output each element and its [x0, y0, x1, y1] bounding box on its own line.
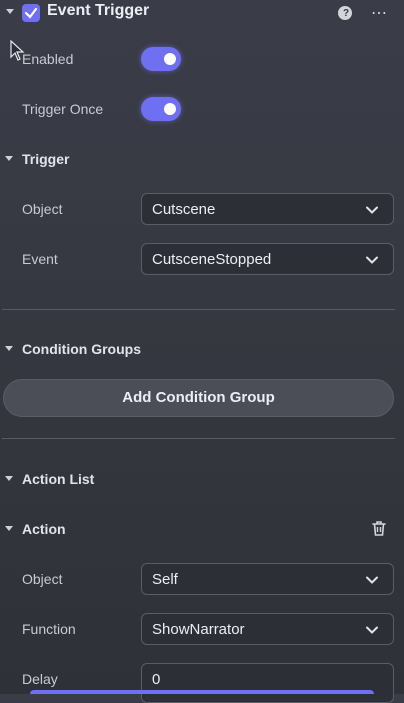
- condition-groups-collapse-caret[interactable]: [5, 346, 13, 351]
- action-function-select[interactable]: ShowNarrator: [141, 613, 394, 645]
- trigger-object-value: Cutscene: [152, 201, 216, 218]
- enabled-toggle[interactable]: [141, 47, 181, 71]
- enabled-label: Enabled: [22, 51, 74, 67]
- action-title: Action: [22, 521, 66, 537]
- action-function-label: Function: [22, 621, 76, 637]
- trigger-event-select[interactable]: CutsceneStopped: [141, 243, 394, 275]
- action-delay-label: Delay: [22, 671, 58, 687]
- bottom-accent-bar: [30, 690, 374, 694]
- add-condition-group-button[interactable]: Add Condition Group: [3, 379, 394, 417]
- action-object-label: Object: [22, 571, 63, 587]
- section-divider: [2, 309, 395, 310]
- action-delay-input[interactable]: 0: [141, 663, 394, 703]
- chevron-down-icon: [366, 626, 378, 634]
- trigger-event-label: Event: [22, 251, 58, 267]
- header-collapse-caret[interactable]: [6, 9, 14, 14]
- condition-groups-title: Condition Groups: [22, 341, 141, 357]
- action-list-collapse-caret[interactable]: [5, 476, 13, 481]
- trigger-once-label: Trigger Once: [22, 101, 104, 117]
- trigger-object-label: Object: [22, 201, 63, 217]
- section-divider: [2, 438, 395, 439]
- trigger-section-title: Trigger: [22, 151, 70, 167]
- help-icon[interactable]: ?: [338, 6, 352, 20]
- action-object-select[interactable]: Self: [141, 563, 394, 595]
- header-enabled-checkbox[interactable]: [22, 4, 40, 22]
- action-function-value: ShowNarrator: [152, 621, 245, 638]
- chevron-down-icon: [366, 256, 378, 264]
- action-delay-value: 0: [152, 671, 161, 688]
- trigger-event-value: CutsceneStopped: [152, 251, 272, 268]
- chevron-down-icon: [366, 576, 378, 584]
- action-object-value: Self: [152, 571, 178, 588]
- toggle-knob: [164, 103, 176, 115]
- trash-icon[interactable]: [371, 520, 387, 537]
- check-icon: [24, 7, 38, 19]
- toggle-knob: [164, 53, 176, 65]
- trigger-once-toggle[interactable]: [141, 97, 181, 121]
- action-list-title: Action List: [22, 471, 95, 487]
- more-options-icon[interactable]: ⋯: [371, 3, 388, 23]
- trigger-object-select[interactable]: Cutscene: [141, 193, 394, 225]
- action-collapse-caret[interactable]: [5, 526, 13, 531]
- chevron-down-icon: [366, 206, 378, 214]
- component-title: Event Trigger: [47, 2, 150, 19]
- trigger-collapse-caret[interactable]: [5, 156, 13, 161]
